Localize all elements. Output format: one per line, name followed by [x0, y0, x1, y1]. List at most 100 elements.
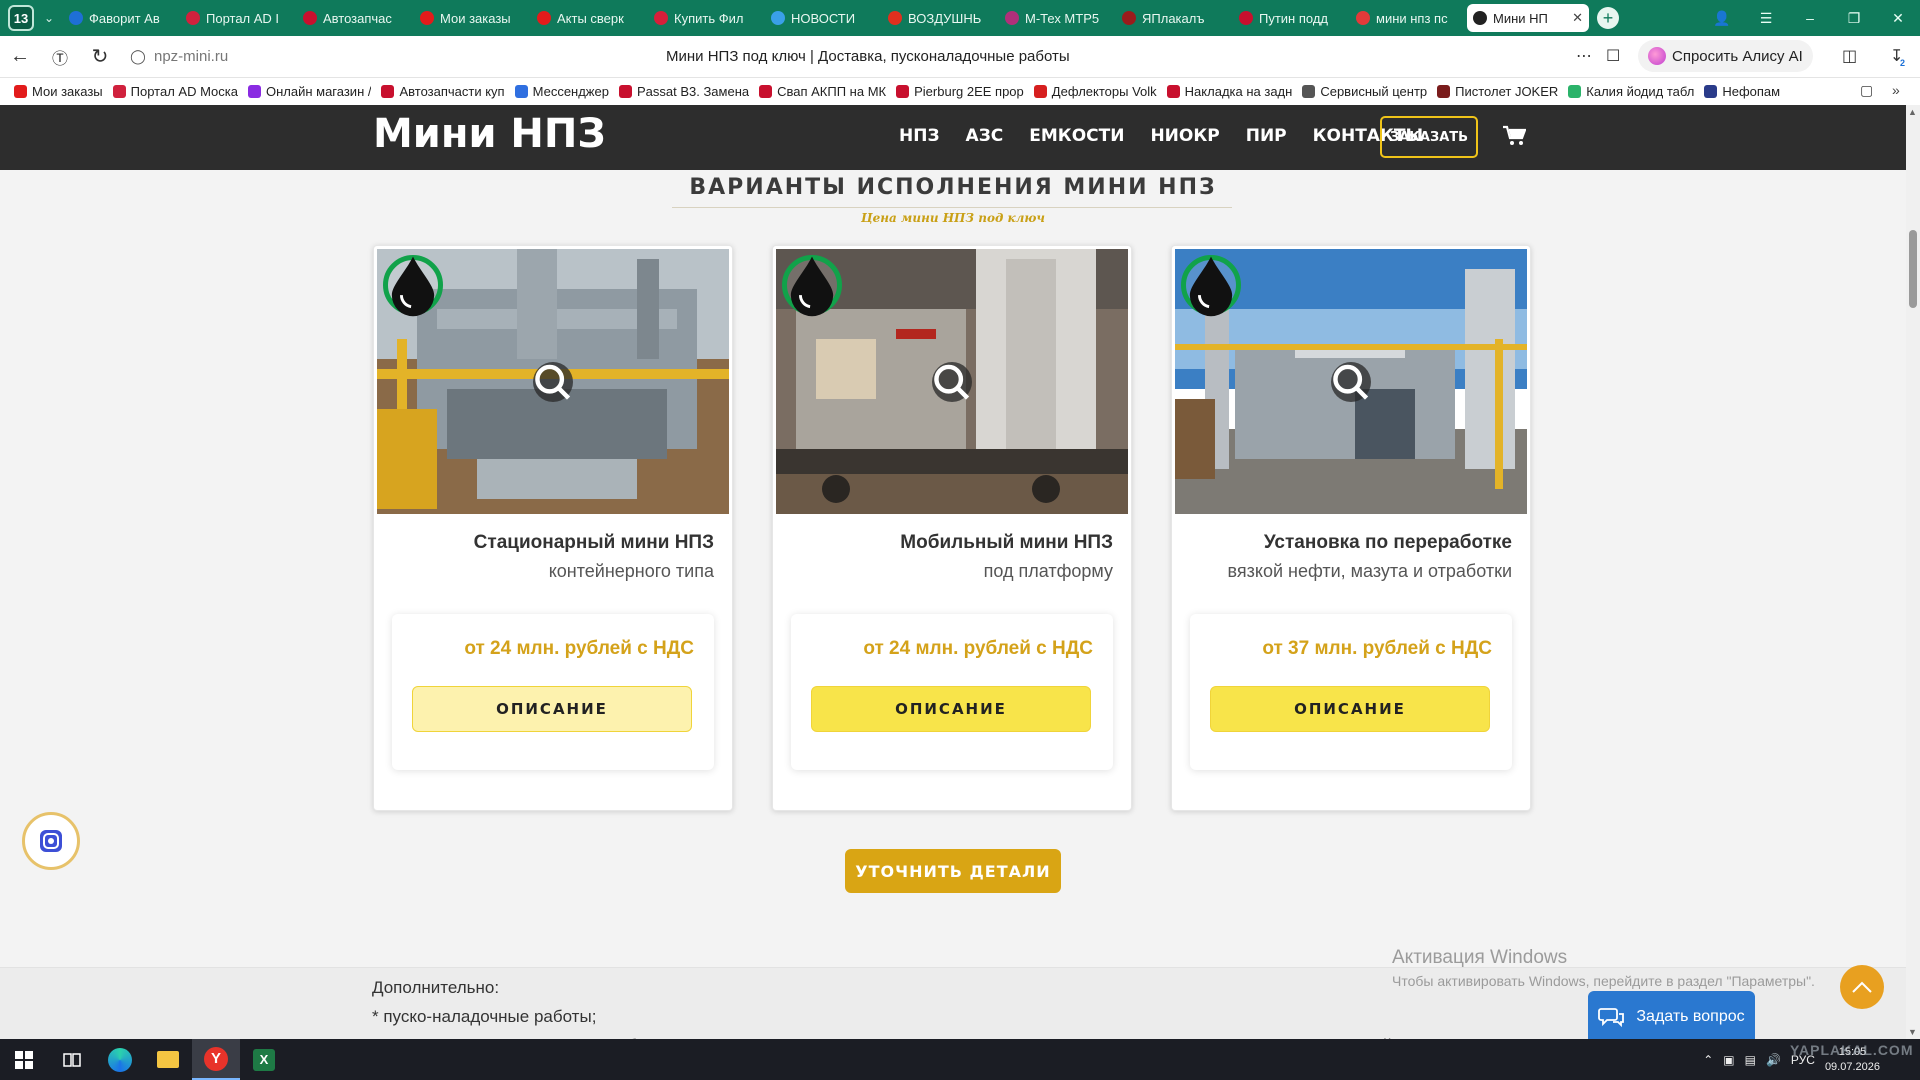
- volume-icon[interactable]: 🔊: [1766, 1053, 1781, 1067]
- tab-label: ЯПлакалъ: [1142, 10, 1205, 26]
- nav-npz[interactable]: НПЗ: [899, 126, 940, 146]
- tab-active[interactable]: Мини НП ✕: [1467, 4, 1589, 32]
- bookmark-item[interactable]: Пистолет JOKER: [1437, 84, 1558, 99]
- browser-tab[interactable]: М-Тех MTP5: [999, 4, 1113, 32]
- back-button[interactable]: ←: [0, 41, 40, 73]
- restore-button[interactable]: ❐: [1832, 10, 1876, 27]
- bookmarks-overflow-icon[interactable]: »: [1892, 82, 1900, 98]
- edge-icon[interactable]: [96, 1039, 144, 1080]
- scroll-up-arrow-icon[interactable]: ▲: [1908, 107, 1917, 117]
- site-info-icon[interactable]: ◯: [126, 48, 150, 65]
- url-field[interactable]: ◯ npz-mini.ru Мини НПЗ под ключ | Достав…: [126, 41, 1616, 73]
- scrollbar-thumb[interactable]: [1909, 230, 1917, 308]
- bookmark-item[interactable]: Мои заказы: [14, 84, 103, 99]
- browser-tab[interactable]: Купить Фил: [648, 4, 762, 32]
- nav-azs[interactable]: АЗС: [966, 126, 1004, 146]
- tray-chevron-icon[interactable]: ⌃: [1703, 1053, 1713, 1067]
- new-tab-button[interactable]: +: [1597, 7, 1619, 29]
- order-button[interactable]: ЗАКАЗАТЬ: [1380, 116, 1478, 158]
- yandex-browser-icon[interactable]: Y: [192, 1039, 240, 1080]
- bookmark-favicon-icon: [1437, 85, 1451, 98]
- bookmarks-folder-icon[interactable]: ▢: [1860, 82, 1873, 99]
- bookmark-item[interactable]: Pierburg 2EE прор: [896, 84, 1024, 99]
- zoom-icon[interactable]: [1331, 362, 1371, 402]
- start-button[interactable]: [0, 1039, 48, 1080]
- bookmark-item[interactable]: Свап АКПП на МК: [759, 84, 886, 99]
- bookmark-item[interactable]: Passat B3. Замена: [618, 84, 750, 99]
- card-photo[interactable]: [1175, 249, 1527, 514]
- excel-icon[interactable]: X: [240, 1039, 288, 1080]
- nav-niokr[interactable]: НИОКР: [1150, 126, 1219, 146]
- bookmark-item[interactable]: Калия йодид табл: [1568, 84, 1694, 99]
- reload-button[interactable]: ↻: [80, 41, 120, 73]
- browser-tab[interactable]: Портал AD I: [180, 4, 294, 32]
- profile-icon[interactable]: 👤: [1700, 10, 1744, 27]
- bookmark-item[interactable]: Автозапчасти куп: [381, 84, 505, 99]
- bookmark-item[interactable]: Портал AD Моска: [112, 84, 238, 99]
- zoom-icon[interactable]: [533, 362, 573, 402]
- more-icon[interactable]: ⋯: [1576, 46, 1592, 66]
- description-button[interactable]: ОПИСАНИЕ: [1210, 686, 1490, 732]
- bookmark-item[interactable]: Накладка на задн: [1166, 84, 1292, 99]
- bookmark-favicon-icon: [759, 85, 773, 98]
- collections-icon[interactable]: ◫: [1842, 46, 1857, 66]
- activation-text: Чтобы активировать Windows, перейдите в …: [1392, 973, 1815, 989]
- bookmark-favicon-icon: [514, 85, 528, 98]
- browser-menu-icon[interactable]: ☰: [1744, 10, 1788, 27]
- browser-tab[interactable]: Фаворит Ав: [63, 4, 177, 32]
- browser-tab[interactable]: Акты сверк: [531, 4, 645, 32]
- ask-alice-label: Спросить Алису AI: [1672, 47, 1803, 65]
- ask-question-label: Задать вопрос: [1636, 1008, 1745, 1025]
- browser-tab[interactable]: ЯПлакалъ: [1116, 4, 1230, 32]
- minimize-button[interactable]: –: [1788, 10, 1832, 26]
- bookmark-item[interactable]: Сервисный центр: [1302, 84, 1427, 99]
- price-box: от 37 млн. рублей с НДС ОПИСАНИЕ: [1190, 614, 1512, 770]
- browser-tab[interactable]: Мои заказы: [414, 4, 528, 32]
- url-text[interactable]: npz-mini.ru: [154, 48, 228, 65]
- oil-drop-icon: [1181, 255, 1241, 316]
- nav-emkosti[interactable]: ЕМКОСТИ: [1029, 126, 1124, 146]
- bookmark-label: Нефопам: [1722, 84, 1781, 99]
- bookmark-item[interactable]: Дефлекторы Volk: [1033, 84, 1157, 99]
- tab-label: Автозапчас: [323, 10, 392, 26]
- scroll-down-arrow-icon[interactable]: ▼: [1908, 1027, 1917, 1037]
- card-photo[interactable]: [776, 249, 1128, 514]
- browser-tab[interactable]: Автозапчас: [297, 4, 411, 32]
- extra-heading: Дополнительно:: [372, 978, 500, 997]
- bookmark-favicon-icon: [1302, 85, 1316, 98]
- product-card-stationary: Стационарный мини НПЗ контейнерного типа…: [373, 245, 733, 811]
- close-tab-icon[interactable]: ✕: [1572, 10, 1583, 26]
- bookmark-label: Passat B3. Замена: [636, 84, 750, 99]
- network-icon[interactable]: ▤: [1745, 1053, 1756, 1067]
- file-explorer-icon[interactable]: [144, 1039, 192, 1080]
- ask-question-button[interactable]: Задать вопрос: [1588, 991, 1755, 1039]
- bookmark-item[interactable]: Онлайн магазин /: [247, 84, 371, 99]
- tray-app-icon[interactable]: ▣: [1723, 1053, 1734, 1067]
- page-scrollbar[interactable]: ▲ ▼: [1906, 105, 1920, 1039]
- extra-line: * пуско-наладочные работы;: [372, 1007, 597, 1026]
- card-photo[interactable]: [377, 249, 729, 514]
- title-divider: [672, 207, 1232, 208]
- site-logo[interactable]: Мини НПЗ: [373, 111, 606, 157]
- browser-tab[interactable]: Путин подд: [1233, 4, 1347, 32]
- description-button[interactable]: ОПИСАНИЕ: [811, 686, 1091, 732]
- close-window-button[interactable]: ✕: [1876, 10, 1920, 27]
- zoom-icon[interactable]: [932, 362, 972, 402]
- yandex-home-icon[interactable]: Ⓣ: [40, 41, 80, 73]
- tab-counter[interactable]: 13: [8, 5, 34, 31]
- scroll-to-top-button[interactable]: [1840, 965, 1884, 1009]
- messenger-float-button[interactable]: [22, 812, 80, 870]
- browser-tab[interactable]: НОВОСТИ: [765, 4, 879, 32]
- browser-tab[interactable]: ВОЗДУШНЬ: [882, 4, 996, 32]
- description-button[interactable]: ОПИСАНИЕ: [412, 686, 692, 732]
- bookmark-item[interactable]: Мессенджер: [514, 84, 609, 99]
- bookmark-item[interactable]: Нефопам: [1704, 84, 1780, 99]
- task-view-icon[interactable]: [48, 1039, 96, 1080]
- nav-pir[interactable]: ПИР: [1246, 126, 1287, 146]
- bookmark-icon[interactable]: ☐: [1606, 46, 1620, 66]
- tabs-menu-chevron-icon[interactable]: ⌄: [38, 5, 60, 31]
- clarify-details-button[interactable]: УТОЧНИТЬ ДЕТАЛИ: [845, 849, 1061, 893]
- cart-icon[interactable]: [1502, 125, 1526, 147]
- browser-tab[interactable]: мини нпз пс: [1350, 4, 1464, 32]
- ask-alice-button[interactable]: Спросить Алису AI: [1638, 40, 1813, 72]
